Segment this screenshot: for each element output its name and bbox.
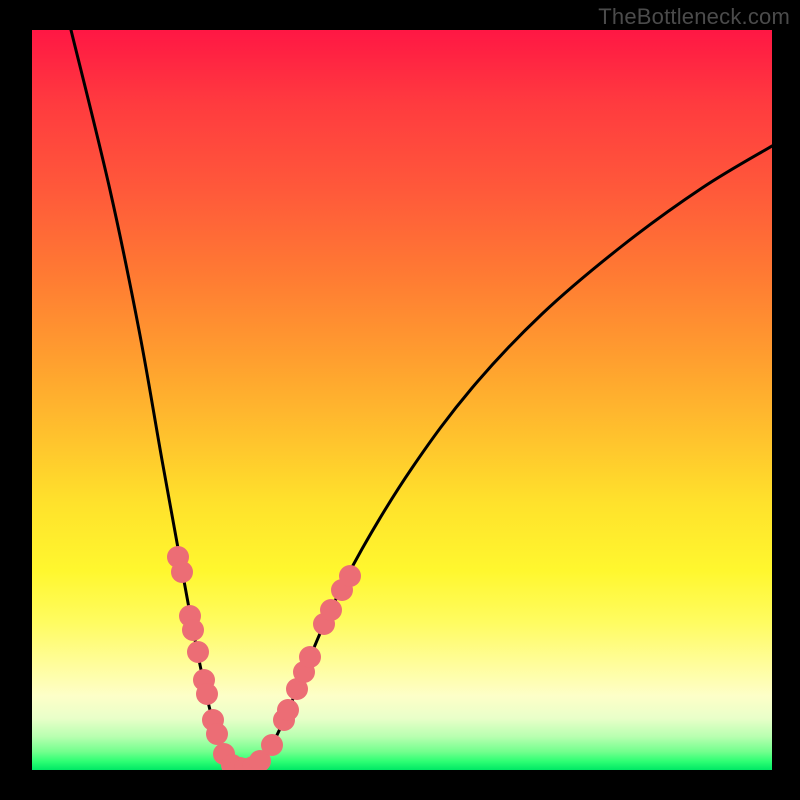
marker-dot xyxy=(171,561,193,583)
curve-left xyxy=(71,30,245,770)
marker-group xyxy=(167,546,361,770)
curve-right xyxy=(245,146,772,770)
marker-dot xyxy=(196,683,218,705)
marker-dot xyxy=(187,641,209,663)
watermark: TheBottleneck.com xyxy=(598,4,790,30)
marker-dot xyxy=(339,565,361,587)
marker-dot xyxy=(182,619,204,641)
marker-dot xyxy=(320,599,342,621)
curves-svg xyxy=(32,30,772,770)
plot-area xyxy=(32,30,772,770)
marker-dot xyxy=(261,734,283,756)
chart-frame: TheBottleneck.com xyxy=(0,0,800,800)
marker-dot xyxy=(206,723,228,745)
marker-dot xyxy=(277,699,299,721)
marker-dot xyxy=(299,646,321,668)
